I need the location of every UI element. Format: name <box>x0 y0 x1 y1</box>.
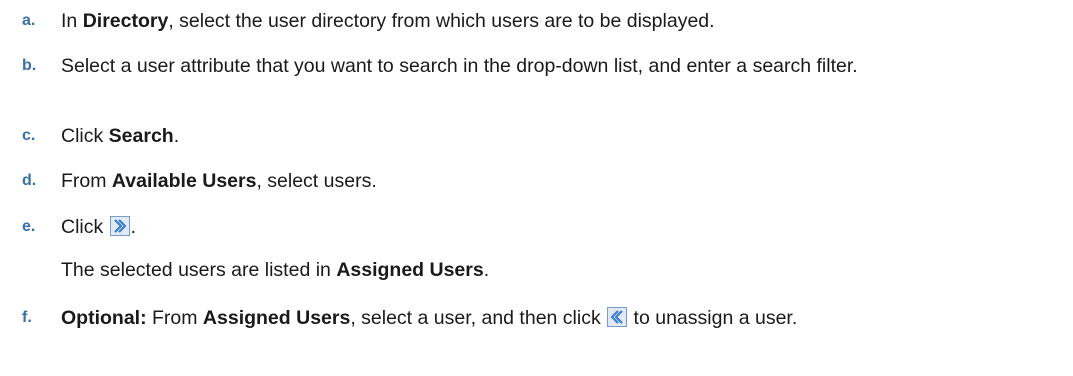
step-text: In Directory, select the user directory … <box>61 10 715 32</box>
ui-term-assigned-users: Assigned Users <box>336 259 484 281</box>
assign-arrow-right-icon <box>109 216 130 236</box>
step-note: The selected users are listed in Assigne… <box>61 259 490 281</box>
unassign-arrow-left-icon <box>607 307 628 327</box>
optional-label: Optional: <box>61 307 147 329</box>
step-marker: b. <box>22 57 37 74</box>
ui-term-available-users: Available Users <box>111 170 257 192</box>
step-text: Click Search. <box>61 125 180 147</box>
step-text: Optional: From Assigned Users, select a … <box>61 307 798 329</box>
instruction-steps: a. In Directory, select the user directo… <box>0 0 1073 376</box>
step-marker: e. <box>22 218 36 235</box>
step-text: From Available Users, select users. <box>61 170 377 192</box>
step-marker: c. <box>22 127 36 144</box>
ui-term-directory: Directory <box>82 10 169 32</box>
step-text: Select a user attribute that you want to… <box>61 55 858 77</box>
step-marker: d. <box>22 172 37 189</box>
step-text: Click . <box>61 216 137 238</box>
step-marker: a. <box>22 12 36 29</box>
ui-term-search: Search <box>108 125 174 147</box>
step-marker: f. <box>22 309 32 326</box>
ui-term-assigned-users: Assigned Users <box>202 307 351 329</box>
